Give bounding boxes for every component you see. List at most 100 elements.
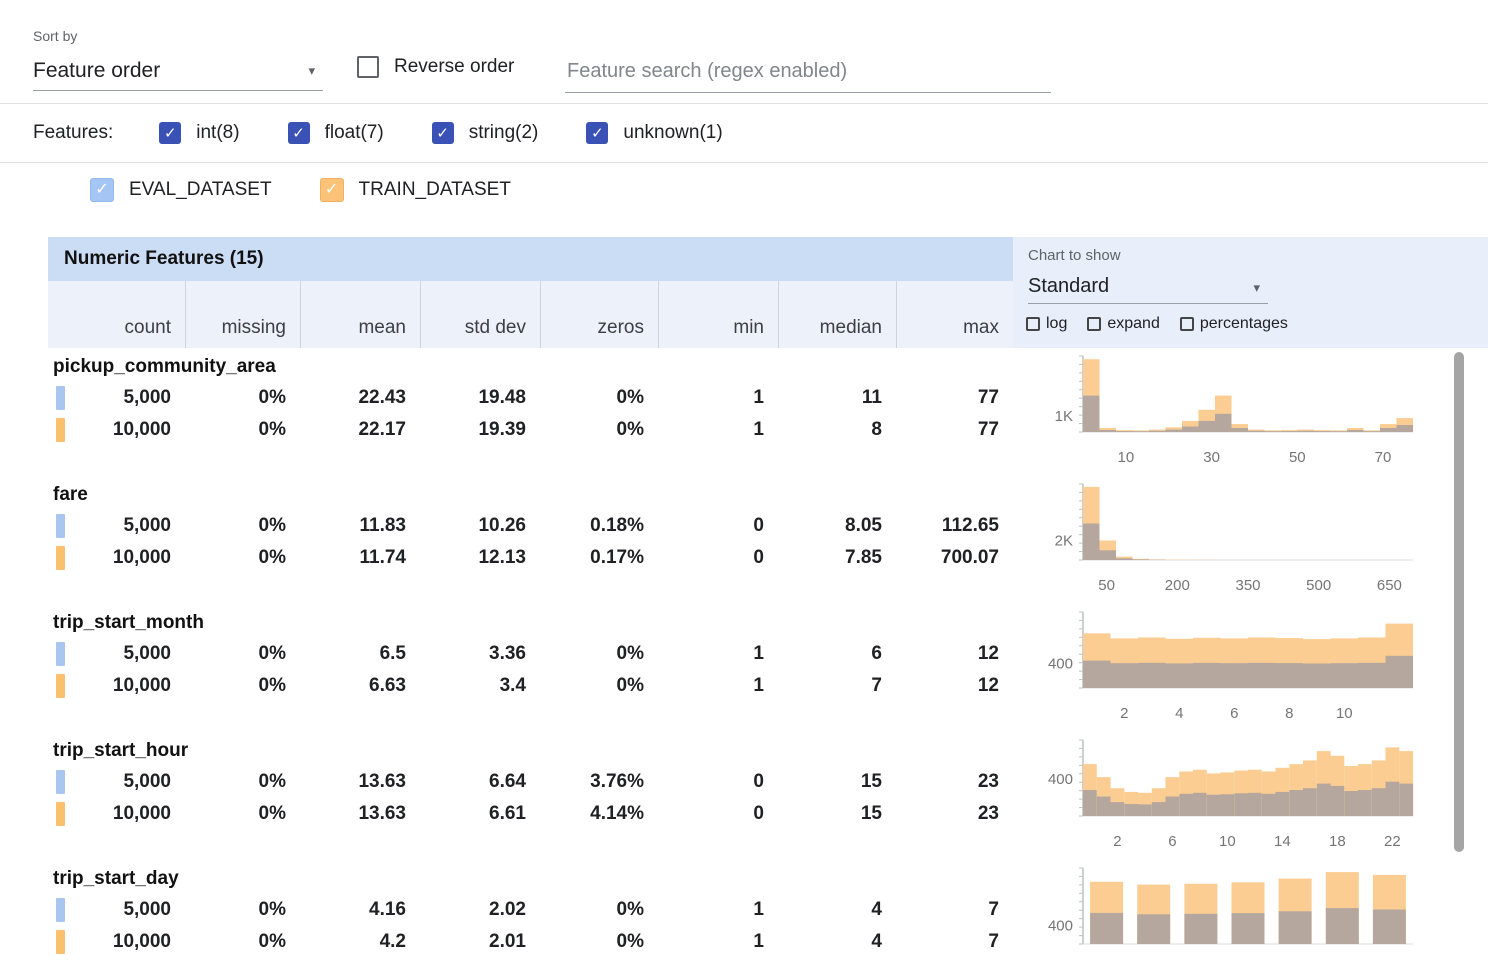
stat-cell: 0 <box>658 798 778 830</box>
stat-cell: 13.63 <box>300 766 420 798</box>
filter-int-checkbox[interactable]: ✓ int(8) <box>159 122 239 144</box>
chart-controls-panel: Chart to show Standard ▾ log expand perc… <box>1013 237 1488 348</box>
column-header-count: count <box>48 281 185 348</box>
svg-text:50: 50 <box>1098 577 1115 594</box>
train-color-swatch <box>56 802 65 826</box>
svg-text:50: 50 <box>1289 449 1306 466</box>
svg-text:18: 18 <box>1329 833 1346 850</box>
stat-cell: 15 <box>778 766 896 798</box>
stat-cell: 8 <box>778 414 896 446</box>
svg-text:500: 500 <box>1306 577 1331 594</box>
histogram-trip_start_month: 400246810 <box>1013 604 1460 732</box>
column-header-zeros: zeros <box>540 281 658 348</box>
svg-text:70: 70 <box>1375 449 1392 466</box>
svg-text:2: 2 <box>1113 833 1121 850</box>
stat-cell: 5,000 <box>48 766 185 798</box>
feature-block-trip_start_month: trip_start_month5,0000%6.53.360%161210,0… <box>48 604 1013 732</box>
sort-by-value: Feature order <box>33 59 160 82</box>
expand-label: expand <box>1107 315 1160 333</box>
vertical-scrollbar[interactable] <box>1454 352 1464 852</box>
svg-text:400: 400 <box>1048 771 1073 788</box>
stat-cell: 77 <box>896 414 1013 446</box>
train-stats-row: 10,0000%4.22.010%147 <box>48 926 1013 958</box>
stat-cell: 0% <box>185 414 300 446</box>
stat-cell: 1 <box>658 670 778 702</box>
stat-cell: 10.26 <box>420 510 540 542</box>
stat-cell: 0% <box>540 414 658 446</box>
svg-text:400: 400 <box>1048 656 1073 673</box>
filter-unknown-checkbox[interactable]: ✓ unknown(1) <box>586 122 722 144</box>
stat-cell: 0.17% <box>540 542 658 574</box>
stat-cell: 1 <box>658 382 778 414</box>
stat-cell: 112.65 <box>896 510 1013 542</box>
feature-block-pickup_community_area: pickup_community_area5,0000%22.4319.480%… <box>48 348 1013 476</box>
filter-float-checkbox[interactable]: ✓ float(7) <box>288 122 384 144</box>
stat-cell: 22.17 <box>300 414 420 446</box>
eval-dataset-label: EVAL_DATASET <box>129 179 272 201</box>
stat-cell: 6.5 <box>300 638 420 670</box>
checkbox-checked-icon: ✓ <box>320 178 344 202</box>
filter-string-label: string(2) <box>469 122 539 144</box>
feature-block-trip_start_hour: trip_start_hour5,0000%13.636.643.76%0152… <box>48 732 1013 860</box>
stat-cell: 5,000 <box>48 894 185 926</box>
filter-string-checkbox[interactable]: ✓ string(2) <box>432 122 539 144</box>
percentages-label: percentages <box>1200 315 1288 333</box>
svg-text:10: 10 <box>1118 449 1135 466</box>
stat-cell: 0% <box>540 670 658 702</box>
stat-cell: 0 <box>658 542 778 574</box>
stat-cell: 0% <box>185 926 300 958</box>
stat-cell: 13.63 <box>300 798 420 830</box>
chart-type-select[interactable]: Standard ▾ <box>1028 269 1268 304</box>
train-stats-row: 10,0000%22.1719.390%1877 <box>48 414 1013 446</box>
stat-cell: 7 <box>778 670 896 702</box>
reverse-order-checkbox[interactable]: Reverse order <box>357 56 514 78</box>
stat-cell: 1 <box>658 638 778 670</box>
svg-text:200: 200 <box>1165 577 1190 594</box>
stat-cell: 0% <box>185 382 300 414</box>
feature-histograms: 1K103050702K5020035050065040024681040026… <box>1013 348 1460 968</box>
stat-cell: 0% <box>540 926 658 958</box>
column-header-max: max <box>896 281 1013 348</box>
reverse-order-label: Reverse order <box>394 56 514 78</box>
checkbox-checked-icon: ✓ <box>90 178 114 202</box>
log-checkbox[interactable]: log <box>1026 315 1067 333</box>
stat-cell: 23 <box>896 798 1013 830</box>
feature-block-fare: fare5,0000%11.8310.260.18%08.05112.6510,… <box>48 476 1013 604</box>
feature-search-input[interactable] <box>565 50 1051 93</box>
svg-text:2: 2 <box>1120 705 1128 722</box>
checkbox-checked-icon: ✓ <box>432 122 454 144</box>
train-dataset-checkbox[interactable]: ✓ TRAIN_DATASET <box>320 178 511 202</box>
stat-cell: 10,000 <box>48 670 185 702</box>
column-header-missing: missing <box>185 281 300 348</box>
stat-cell: 4.2 <box>300 926 420 958</box>
sort-by-select[interactable]: Feature order ▾ <box>33 52 323 91</box>
column-header-mean: mean <box>300 281 420 348</box>
eval-stats-row: 5,0000%11.8310.260.18%08.05112.65 <box>48 510 1013 542</box>
stat-cell: 5,000 <box>48 382 185 414</box>
dataset-legend: ✓ EVAL_DATASET ✓ TRAIN_DATASET <box>0 166 511 214</box>
percentages-checkbox[interactable]: percentages <box>1180 315 1288 333</box>
stat-cell: 0% <box>185 670 300 702</box>
svg-text:2K: 2K <box>1055 533 1073 550</box>
expand-checkbox[interactable]: expand <box>1087 315 1160 333</box>
stat-cell: 12.13 <box>420 542 540 574</box>
train-stats-row: 10,0000%13.636.614.14%01523 <box>48 798 1013 830</box>
stat-cell: 4 <box>778 894 896 926</box>
log-label: log <box>1046 315 1067 333</box>
svg-text:650: 650 <box>1377 577 1402 594</box>
eval-color-swatch <box>56 386 65 410</box>
stat-cell: 11 <box>778 382 896 414</box>
stat-cell: 1 <box>658 414 778 446</box>
checkbox-unchecked-icon <box>1087 317 1101 331</box>
stat-cell: 3.76% <box>540 766 658 798</box>
train-stats-row: 10,0000%6.633.40%1712 <box>48 670 1013 702</box>
stat-cell: 1 <box>658 926 778 958</box>
checkbox-unchecked-icon <box>1180 317 1194 331</box>
train-color-swatch <box>56 674 65 698</box>
svg-text:14: 14 <box>1274 833 1291 850</box>
checkbox-checked-icon: ✓ <box>288 122 310 144</box>
chart-type-value: Standard <box>1028 275 1109 297</box>
eval-dataset-checkbox[interactable]: ✓ EVAL_DATASET <box>90 178 272 202</box>
train-color-swatch <box>56 546 65 570</box>
features-label: Features: <box>33 122 113 144</box>
